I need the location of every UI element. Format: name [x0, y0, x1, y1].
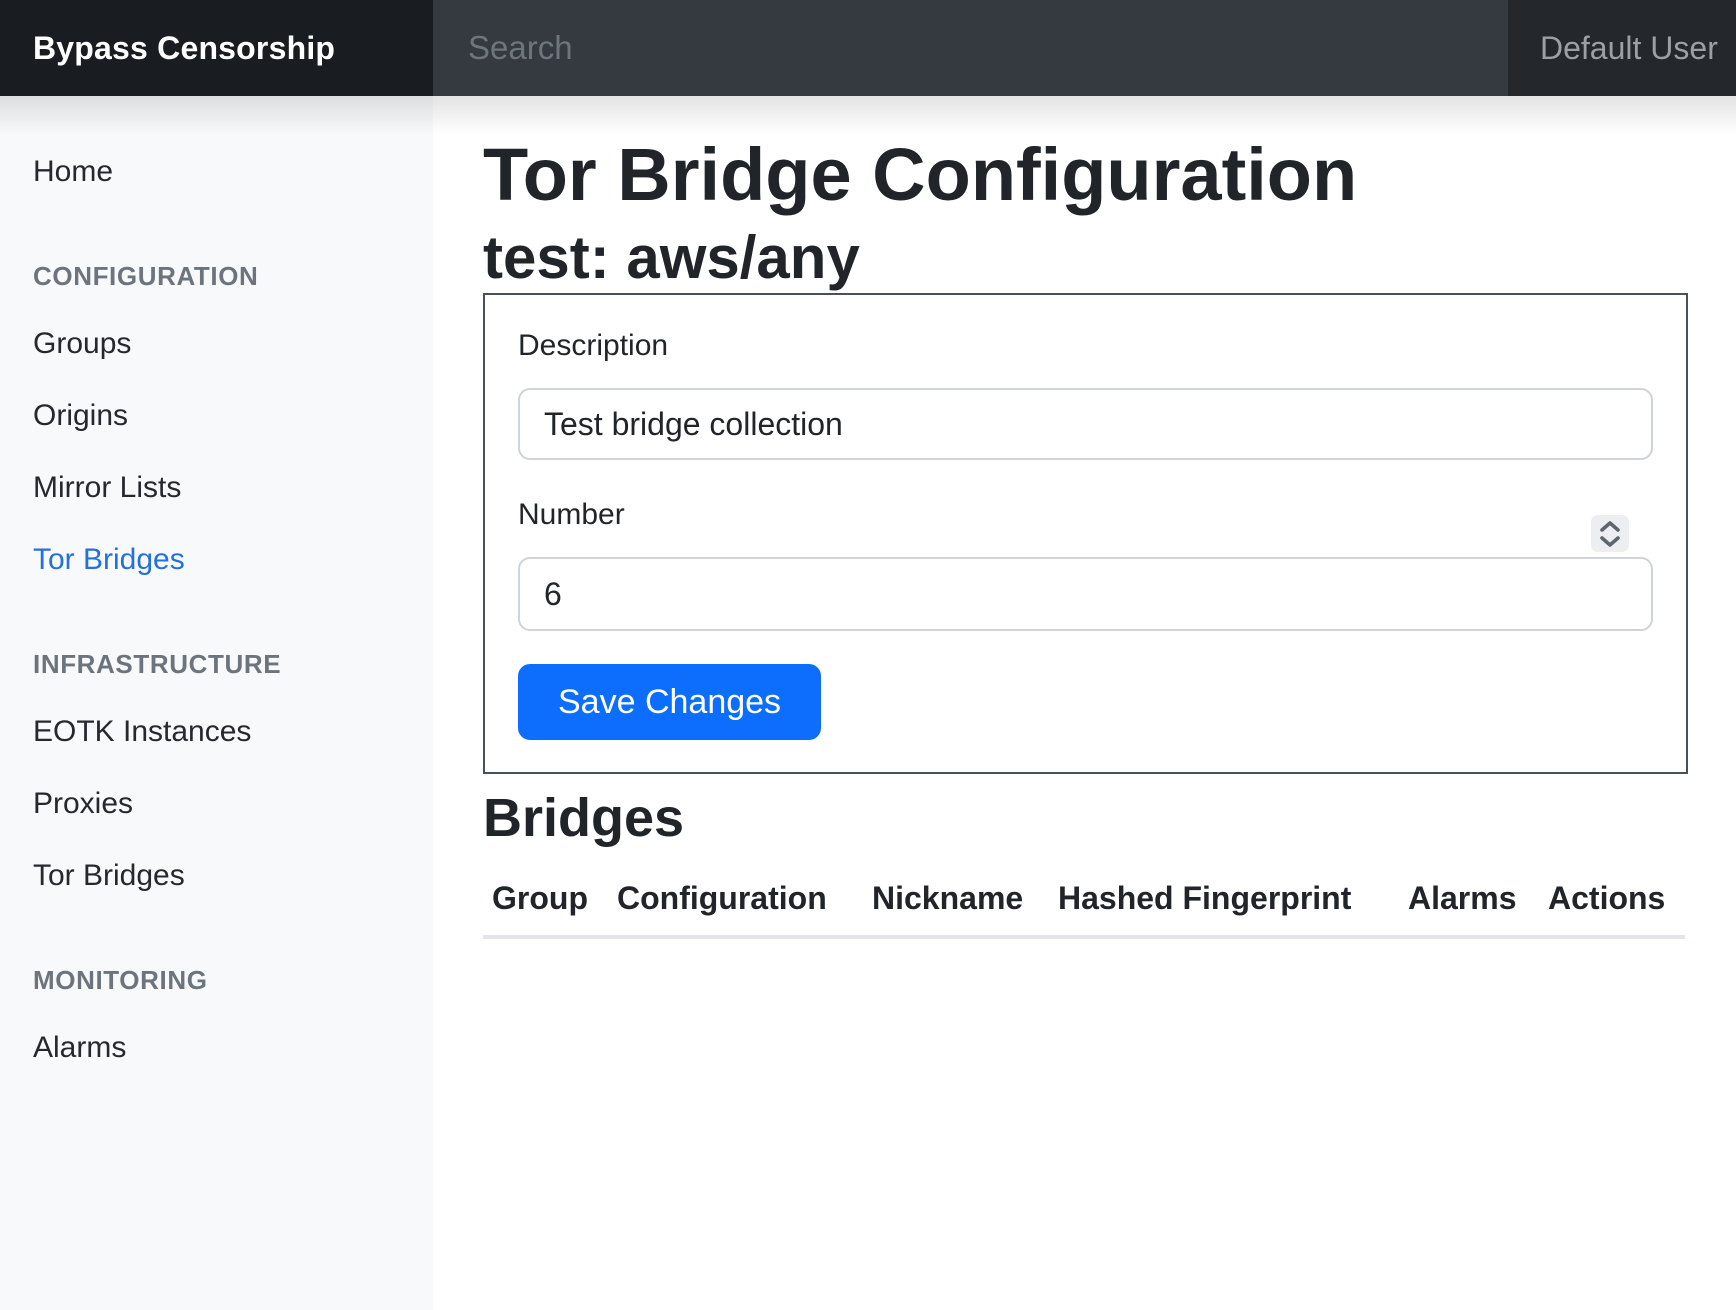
sidebar-section-monitoring: MONITORING — [0, 964, 433, 996]
brand-label: Bypass Censorship — [33, 30, 335, 67]
bridges-heading: Bridges — [483, 786, 1688, 850]
number-label: Number — [518, 496, 1653, 534]
sidebar-section-configuration: CONFIGURATION — [0, 260, 433, 292]
column-header-hashed-fingerprint: Hashed Fingerprint — [1058, 864, 1408, 937]
main-content: Tor Bridge Configuration test: aws/any D… — [433, 96, 1736, 1310]
sidebar-item-groups[interactable]: Groups — [0, 308, 433, 380]
user-menu[interactable]: Default User — [1508, 0, 1736, 96]
sidebar-item-home[interactable]: Home — [0, 136, 433, 208]
sidebar: Home CONFIGURATION Groups Origins Mirror… — [0, 96, 433, 1310]
sidebar-section-infrastructure: INFRASTRUCTURE — [0, 648, 433, 680]
sidebar-item-tor-bridges-infrastructure[interactable]: Tor Bridges — [0, 840, 433, 912]
sidebar-item-proxies[interactable]: Proxies — [0, 768, 433, 840]
top-navbar: Bypass Censorship Default User — [0, 0, 1736, 96]
user-menu-label: Default User — [1540, 30, 1718, 67]
sidebar-item-mirror-lists[interactable]: Mirror Lists — [0, 452, 433, 524]
column-header-nickname: Nickname — [872, 864, 1058, 937]
navbar-search-area — [433, 0, 1508, 96]
page-title: Tor Bridge Configuration — [483, 132, 1688, 217]
description-field-group: Description — [518, 327, 1653, 460]
bridges-table: Group Configuration Nickname Hashed Fing… — [483, 864, 1685, 939]
description-label: Description — [518, 327, 1653, 365]
column-header-group: Group — [483, 864, 617, 937]
sidebar-item-eotk-instances[interactable]: EOTK Instances — [0, 696, 433, 768]
page-subtitle: test: aws/any — [483, 223, 1688, 293]
page-layout: Home CONFIGURATION Groups Origins Mirror… — [0, 96, 1736, 1310]
sidebar-item-alarms[interactable]: Alarms — [0, 1012, 433, 1084]
number-field[interactable] — [518, 557, 1653, 631]
bridges-table-header-row: Group Configuration Nickname Hashed Fing… — [483, 864, 1685, 937]
column-header-configuration: Configuration — [617, 864, 872, 937]
save-changes-button[interactable]: Save Changes — [518, 664, 821, 740]
bridge-config-form-card: Description Number Save Changes — [483, 293, 1688, 774]
sidebar-item-origins[interactable]: Origins — [0, 380, 433, 452]
sidebar-item-tor-bridges-configuration[interactable]: Tor Bridges — [0, 524, 433, 596]
search-input[interactable] — [433, 0, 1508, 96]
number-field-group: Number — [518, 496, 1653, 631]
number-stepper[interactable] — [1591, 515, 1629, 552]
description-field[interactable] — [518, 388, 1653, 460]
stepper-up-down-icon — [1597, 519, 1623, 549]
column-header-alarms: Alarms — [1408, 864, 1548, 937]
brand-link[interactable]: Bypass Censorship — [0, 0, 433, 96]
column-header-actions: Actions — [1548, 864, 1685, 937]
